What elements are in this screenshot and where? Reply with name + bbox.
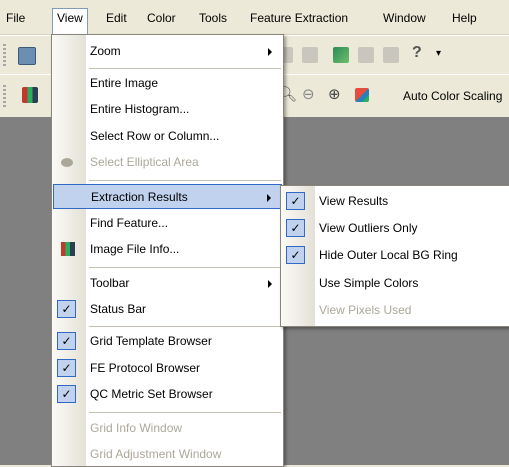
chevron-right-icon bbox=[268, 48, 272, 56]
menu-separator bbox=[89, 411, 281, 413]
menu-item-label: Hide Outer Local BG Ring bbox=[319, 248, 458, 263]
menu-item-label: Zoom bbox=[90, 44, 121, 58]
menu-item-use-simple-colors[interactable]: Use Simple Colors bbox=[282, 271, 509, 296]
menu-item-label: Find Feature... bbox=[90, 215, 169, 230]
menu-item-label: Grid Info Window bbox=[90, 420, 183, 435]
color-scaling-label[interactable]: Auto Color Scaling bbox=[403, 89, 502, 103]
menu-item-view-outliers-only[interactable]: ✓ View Outliers Only bbox=[282, 216, 509, 241]
palette-icon[interactable] bbox=[22, 87, 38, 103]
menu-separator bbox=[89, 180, 281, 181]
menu-file[interactable]: File bbox=[2, 9, 29, 27]
view-menu: Zoom Entire Image Entire Histogram... Selec… bbox=[51, 34, 284, 467]
menu-separator bbox=[89, 326, 281, 327]
menu-item-entire-image[interactable]: Entire Image bbox=[53, 71, 282, 96]
menu-item-label: Entire Image bbox=[90, 75, 159, 90]
chevron-down-icon[interactable]: ▾ bbox=[436, 48, 441, 59]
zoom-out-icon[interactable]: ⊖ bbox=[302, 85, 315, 103]
menu-bar: File View Edit Color Tools Feature Extra… bbox=[0, 0, 509, 35]
menu-item-image-file-info[interactable]: Image File Info... bbox=[53, 237, 282, 262]
toolbar-grip[interactable] bbox=[3, 44, 6, 66]
chevron-right-icon bbox=[267, 194, 271, 202]
checkmark-icon: ✓ bbox=[286, 246, 305, 265]
open-image-icon[interactable] bbox=[18, 47, 36, 65]
menu-item-label: Select Elliptical Area bbox=[90, 155, 199, 170]
menu-view[interactable]: View bbox=[52, 8, 88, 35]
menu-item-label: Status Bar bbox=[90, 302, 147, 317]
menu-item-label: Image File Info... bbox=[90, 242, 180, 257]
menu-item-grid-adjustment-window: Grid Adjustment Window bbox=[53, 442, 282, 467]
menu-item-label: Toolbar bbox=[90, 275, 130, 290]
menu-item-select-elliptical-area: Select Elliptical Area bbox=[53, 150, 282, 175]
toolbar-grip-2[interactable] bbox=[3, 85, 6, 107]
checkmark-icon: ✓ bbox=[286, 192, 305, 210]
menu-item-select-row-or-column[interactable]: Select Row or Column... bbox=[53, 124, 282, 149]
checkmark-icon: ✓ bbox=[57, 300, 76, 319]
menu-help[interactable]: Help bbox=[448, 9, 481, 27]
menu-item-label: Grid Template Browser bbox=[90, 334, 212, 348]
menu-item-grid-info-window: Grid Info Window bbox=[53, 416, 282, 441]
menu-item-find-feature[interactable]: Find Feature... bbox=[53, 211, 282, 236]
color-scaling-icon[interactable] bbox=[355, 88, 369, 102]
menu-separator bbox=[89, 266, 281, 268]
checkmark-icon: ✓ bbox=[286, 219, 305, 238]
menu-item-label: Extraction Results bbox=[91, 190, 188, 204]
menu-item-label: Use Simple Colors bbox=[319, 275, 419, 290]
chevron-right-icon bbox=[268, 279, 272, 288]
ellipse-icon bbox=[61, 158, 73, 168]
menu-item-label: FE Protocol Browser bbox=[90, 360, 201, 375]
menu-item-label: Grid Adjustment Window bbox=[90, 447, 222, 462]
menu-color[interactable]: Color bbox=[143, 9, 180, 27]
checkmark-icon: ✓ bbox=[57, 358, 76, 377]
menu-item-view-results[interactable]: ✓ View Results bbox=[282, 189, 509, 214]
image-info-icon bbox=[61, 242, 75, 257]
menu-item-qc-metric-set-browser[interactable]: ✓ QC Metric Set Browser bbox=[53, 382, 282, 407]
menu-separator bbox=[89, 67, 281, 69]
menu-item-view-pixels-used: View Pixels Used bbox=[282, 298, 509, 323]
menu-edit[interactable]: Edit bbox=[102, 9, 131, 27]
menu-item-fe-protocol-browser[interactable]: ✓ FE Protocol Browser bbox=[53, 356, 282, 381]
menu-item-toolbar[interactable]: Toolbar bbox=[53, 271, 282, 296]
menu-item-label: QC Metric Set Browser bbox=[90, 387, 213, 402]
extraction-results-submenu: ✓ View Results ✓ View Outliers Only ✓ Hide Ou… bbox=[280, 185, 509, 327]
menu-item-hide-outer-local-bg-ring[interactable]: ✓ Hide Outer Local BG Ring bbox=[282, 243, 509, 268]
menu-item-zoom[interactable]: Zoom bbox=[53, 39, 282, 64]
menu-item-extraction-results[interactable]: Extraction Results bbox=[53, 184, 282, 209]
menu-item-status-bar[interactable]: ✓ Status Bar bbox=[53, 297, 282, 322]
checkmark-icon: ✓ bbox=[57, 332, 76, 350]
menu-item-label: View Outliers Only bbox=[319, 221, 418, 236]
extract-icon[interactable] bbox=[333, 47, 349, 63]
menu-tools[interactable]: Tools bbox=[195, 9, 231, 27]
help-icon[interactable]: ? bbox=[412, 44, 422, 62]
menu-item-label: Entire Histogram... bbox=[90, 102, 190, 117]
menu-item-grid-template-browser[interactable]: ✓ Grid Template Browser bbox=[53, 329, 282, 354]
menu-item-entire-histogram[interactable]: Entire Histogram... bbox=[53, 97, 282, 122]
grid-edit-icon[interactable] bbox=[302, 47, 318, 63]
menu-item-label: Select Row or Column... bbox=[90, 128, 220, 143]
results-icon[interactable] bbox=[383, 47, 399, 63]
menu-window[interactable]: Window bbox=[379, 9, 430, 27]
checkmark-icon: ✓ bbox=[57, 385, 76, 404]
report-icon[interactable] bbox=[358, 47, 374, 63]
menu-feature-extraction[interactable]: Feature Extraction bbox=[246, 9, 352, 27]
menu-item-label: View Pixels Used bbox=[319, 302, 412, 317]
menu-item-label: View Results bbox=[319, 194, 389, 208]
zoom-fit-icon[interactable]: ⊕ bbox=[328, 85, 341, 103]
